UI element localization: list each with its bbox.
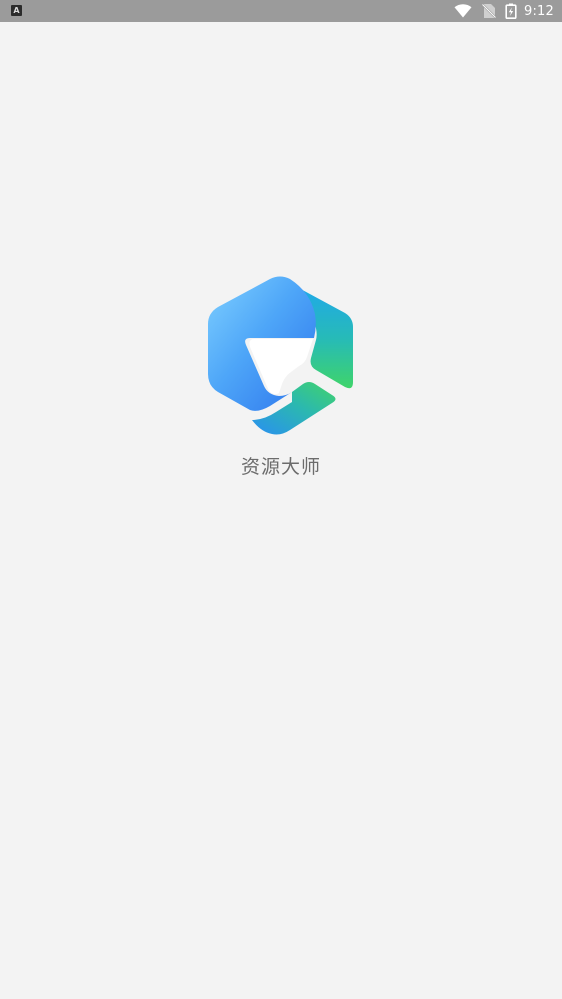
wifi-icon <box>454 4 472 18</box>
hexagon-arrow-logo-icon <box>206 274 355 441</box>
app-name: 资源大师 <box>240 456 321 478</box>
status-icons: 9:12 <box>454 0 554 22</box>
battery-icon <box>505 3 517 19</box>
status-time: 9:12 <box>524 3 554 19</box>
no-sim-icon <box>481 3 497 19</box>
notification-icon: A <box>11 5 22 16</box>
status-bar: A 9:12 <box>0 0 562 22</box>
